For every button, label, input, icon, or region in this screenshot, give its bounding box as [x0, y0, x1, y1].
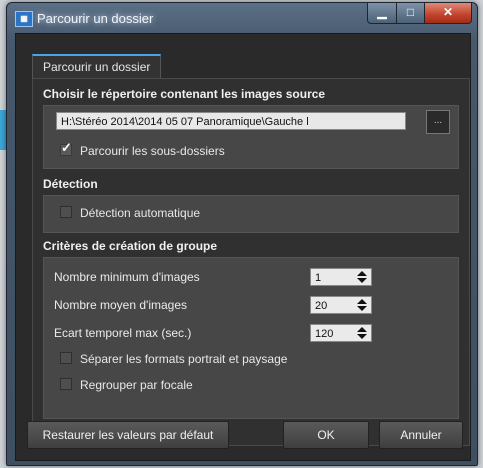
tab-panel: Choisir le répertoire contenant les imag… — [32, 78, 470, 446]
auto-detect-checkbox[interactable] — [60, 206, 72, 218]
source-section-heading: Choisir le répertoire contenant les imag… — [43, 87, 326, 101]
window-title: Parcourir un dossier — [37, 11, 154, 26]
cancel-button[interactable]: Annuler — [379, 421, 463, 449]
min-images-label: Nombre minimum d'images — [54, 270, 200, 284]
restore-defaults-button[interactable]: Restaurer les valeurs par défaut — [27, 421, 229, 449]
min-images-spinner[interactable]: 1 — [310, 268, 372, 286]
avg-images-value: 20 — [315, 300, 328, 312]
group-section-heading: Critères de création de groupe — [43, 239, 218, 253]
dialog-client-area: Parcourir un dossier Choisir le répertoi… — [15, 33, 471, 461]
minimize-button[interactable]: ▁ — [367, 3, 397, 24]
spinner-arrows-icon[interactable] — [357, 271, 367, 283]
app-icon: ▦ — [15, 11, 33, 27]
avg-images-spinner[interactable]: 20 — [310, 296, 372, 314]
close-button[interactable]: ✕ — [424, 3, 472, 24]
auto-detect-checkbox-row[interactable]: Détection automatique — [60, 206, 200, 222]
detection-section-heading: Détection — [43, 177, 98, 191]
tab-parcourir[interactable]: Parcourir un dossier — [32, 54, 162, 78]
source-box: H:\Stéréo 2014\2014 05 07 Panoramique\Ga… — [43, 105, 459, 169]
group-focal-row[interactable]: Regrouper par focale — [60, 378, 193, 394]
time-gap-label: Ecart temporel max (sec.) — [54, 326, 192, 340]
title-bar[interactable]: ▦ Parcourir un dossier ▁ □ ✕ — [7, 3, 477, 33]
group-focal-checkbox[interactable] — [60, 378, 72, 390]
subfolders-checkbox-row[interactable]: Parcourir les sous-dossiers — [60, 140, 225, 160]
ok-button[interactable]: OK — [283, 421, 369, 449]
separate-formats-row[interactable]: Séparer les formats portrait et paysage — [60, 352, 287, 368]
browse-folder-button[interactable]: ... — [426, 110, 450, 134]
avg-images-label: Nombre moyen d'images — [54, 298, 188, 312]
detection-box: Détection automatique — [43, 195, 459, 233]
subfolders-label: Parcourir les sous-dossiers — [80, 144, 225, 158]
folder-path-input[interactable]: H:\Stéréo 2014\2014 05 07 Panoramique\Ga… — [56, 112, 406, 130]
time-gap-value: 120 — [315, 328, 334, 340]
dialog-window: ▦ Parcourir un dossier ▁ □ ✕ Parcourir u… — [6, 2, 478, 466]
maximize-button[interactable]: □ — [396, 3, 425, 24]
spinner-arrows-icon[interactable] — [357, 299, 367, 311]
subfolders-checkbox[interactable] — [60, 140, 72, 156]
min-images-value: 1 — [315, 272, 322, 284]
group-box: Nombre minimum d'images 1 Nombre moyen d… — [43, 257, 459, 419]
separate-formats-label: Séparer les formats portrait et paysage — [80, 352, 288, 366]
auto-detect-label: Détection automatique — [80, 206, 201, 220]
time-gap-spinner[interactable]: 120 — [310, 324, 372, 342]
separate-formats-checkbox[interactable] — [60, 352, 72, 364]
group-focal-label: Regrouper par focale — [80, 378, 193, 392]
spinner-arrows-icon[interactable] — [357, 327, 367, 339]
